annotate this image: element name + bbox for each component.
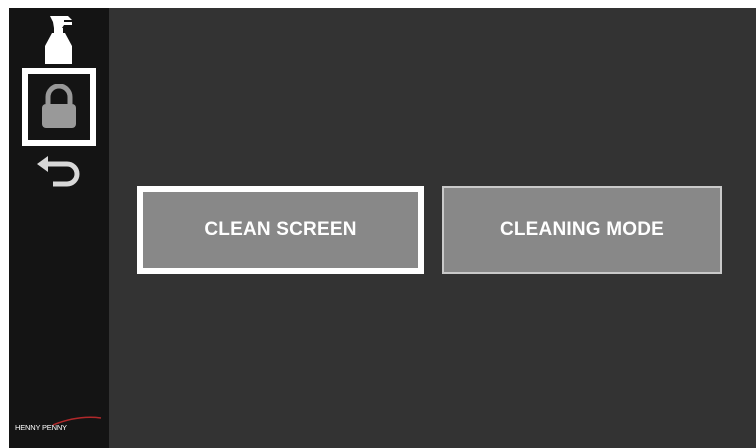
clean-screen-button[interactable]: CLEAN SCREEN [137,186,424,274]
cleaning-mode-label: CLEANING MODE [499,219,665,240]
clean-screen-label: CLEAN SCREEN [204,219,357,240]
lock-icon [42,84,76,128]
logo-text: HENNY PENNY [15,423,67,432]
cleaning-mode-button[interactable]: CLEANING MODE [442,186,722,274]
back-button[interactable] [22,148,96,198]
spray-bottle-icon [45,16,72,64]
clean-screen-panel: HENNY PENNY CLEAN SCREEN CLEANING MODE [9,8,756,448]
henny-penny-logo: HENNY PENNY [13,414,103,438]
back-arrow-icon [37,156,80,187]
lock-button[interactable] [22,68,96,146]
spray-bottle-button[interactable] [22,12,96,68]
sidebar: HENNY PENNY [9,8,109,448]
